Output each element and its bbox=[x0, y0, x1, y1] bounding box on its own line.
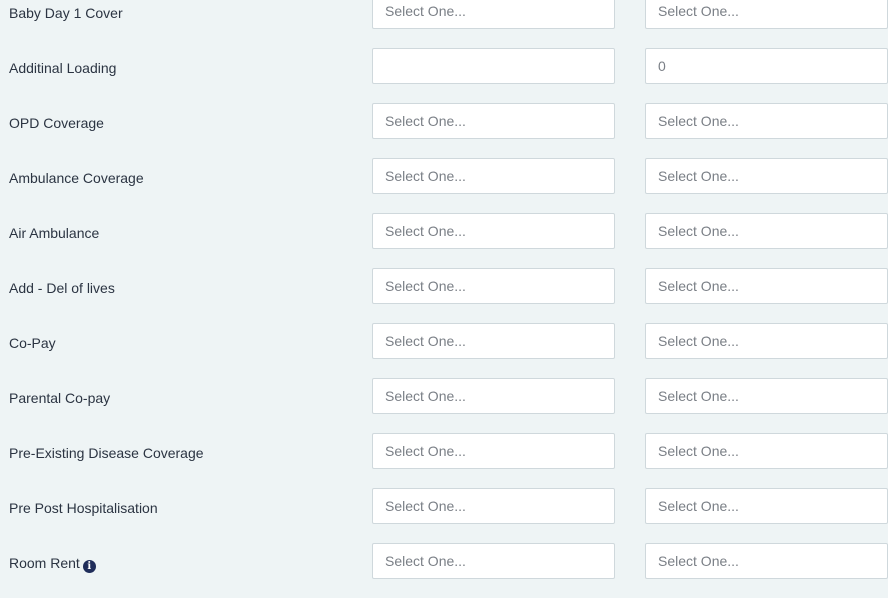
form-row-co-pay: Co-Pay Select One... Select One... bbox=[0, 323, 888, 378]
field-label: OPD Coverage bbox=[9, 115, 104, 131]
field-label: Ambulance Coverage bbox=[9, 170, 144, 186]
pre-existing-disease-coverage-select-1[interactable]: Select One... bbox=[372, 433, 615, 469]
ambulance-coverage-select-2[interactable]: Select One... bbox=[645, 158, 888, 194]
pre-existing-disease-coverage-select-2[interactable]: Select One... bbox=[645, 433, 888, 469]
field-label: Room Rent bbox=[9, 555, 80, 571]
info-icon[interactable]: i bbox=[82, 560, 96, 573]
additional-loading-input-1[interactable] bbox=[372, 48, 615, 84]
coverage-form: Baby Day 1 Cover Select One... Select On… bbox=[0, 0, 888, 598]
add-del-of-lives-select-1[interactable]: Select One... bbox=[372, 268, 615, 304]
form-row-additional-loading: Additinal Loading 0 bbox=[0, 48, 888, 103]
form-row-parental-co-pay: Parental Co-pay Select One... Select One… bbox=[0, 378, 888, 433]
field-label: Parental Co-pay bbox=[9, 390, 111, 406]
room-rent-label-group: Room Rent i bbox=[9, 555, 96, 573]
form-row-pre-post-hospitalisation: Pre Post Hospitalisation Select One... S… bbox=[0, 488, 888, 543]
form-row-opd-coverage: OPD Coverage Select One... Select One... bbox=[0, 103, 888, 158]
parental-co-pay-select-1[interactable]: Select One... bbox=[372, 378, 615, 414]
air-ambulance-select-2[interactable]: Select One... bbox=[645, 213, 888, 249]
co-pay-select-2[interactable]: Select One... bbox=[645, 323, 888, 359]
baby-day-1-cover-select-2[interactable]: Select One... bbox=[645, 0, 888, 29]
room-rent-select-2[interactable]: Select One... bbox=[645, 543, 888, 579]
field-label: Add - Del of lives bbox=[9, 280, 115, 296]
form-row-add-del-of-lives: Add - Del of lives Select One... Select … bbox=[0, 268, 888, 323]
add-del-of-lives-select-2[interactable]: Select One... bbox=[645, 268, 888, 304]
air-ambulance-select-1[interactable]: Select One... bbox=[372, 213, 615, 249]
form-row-baby-day-1-cover: Baby Day 1 Cover Select One... Select On… bbox=[0, 0, 888, 48]
field-label: Pre-Existing Disease Coverage bbox=[9, 445, 204, 461]
field-label: Pre Post Hospitalisation bbox=[9, 500, 158, 516]
field-label: Baby Day 1 Cover bbox=[9, 5, 123, 21]
field-label: Co-Pay bbox=[9, 335, 56, 351]
parental-co-pay-select-2[interactable]: Select One... bbox=[645, 378, 888, 414]
co-pay-select-1[interactable]: Select One... bbox=[372, 323, 615, 359]
form-row-air-ambulance: Air Ambulance Select One... Select One..… bbox=[0, 213, 888, 268]
baby-day-1-cover-select-1[interactable]: Select One... bbox=[372, 0, 615, 29]
field-label: Air Ambulance bbox=[9, 225, 100, 241]
ambulance-coverage-select-1[interactable]: Select One... bbox=[372, 158, 615, 194]
additional-loading-input-2[interactable]: 0 bbox=[645, 48, 888, 84]
form-row-ambulance-coverage: Ambulance Coverage Select One... Select … bbox=[0, 158, 888, 213]
opd-coverage-select-1[interactable]: Select One... bbox=[372, 103, 615, 139]
form-row-room-rent: Room Rent i Select One... Select One... bbox=[0, 543, 888, 598]
room-rent-select-1[interactable]: Select One... bbox=[372, 543, 615, 579]
pre-post-hospitalisation-select-1[interactable]: Select One... bbox=[372, 488, 615, 524]
pre-post-hospitalisation-select-2[interactable]: Select One... bbox=[645, 488, 888, 524]
field-label: Additinal Loading bbox=[9, 60, 117, 76]
opd-coverage-select-2[interactable]: Select One... bbox=[645, 103, 888, 139]
form-row-pre-existing-disease-coverage: Pre-Existing Disease Coverage Select One… bbox=[0, 433, 888, 488]
